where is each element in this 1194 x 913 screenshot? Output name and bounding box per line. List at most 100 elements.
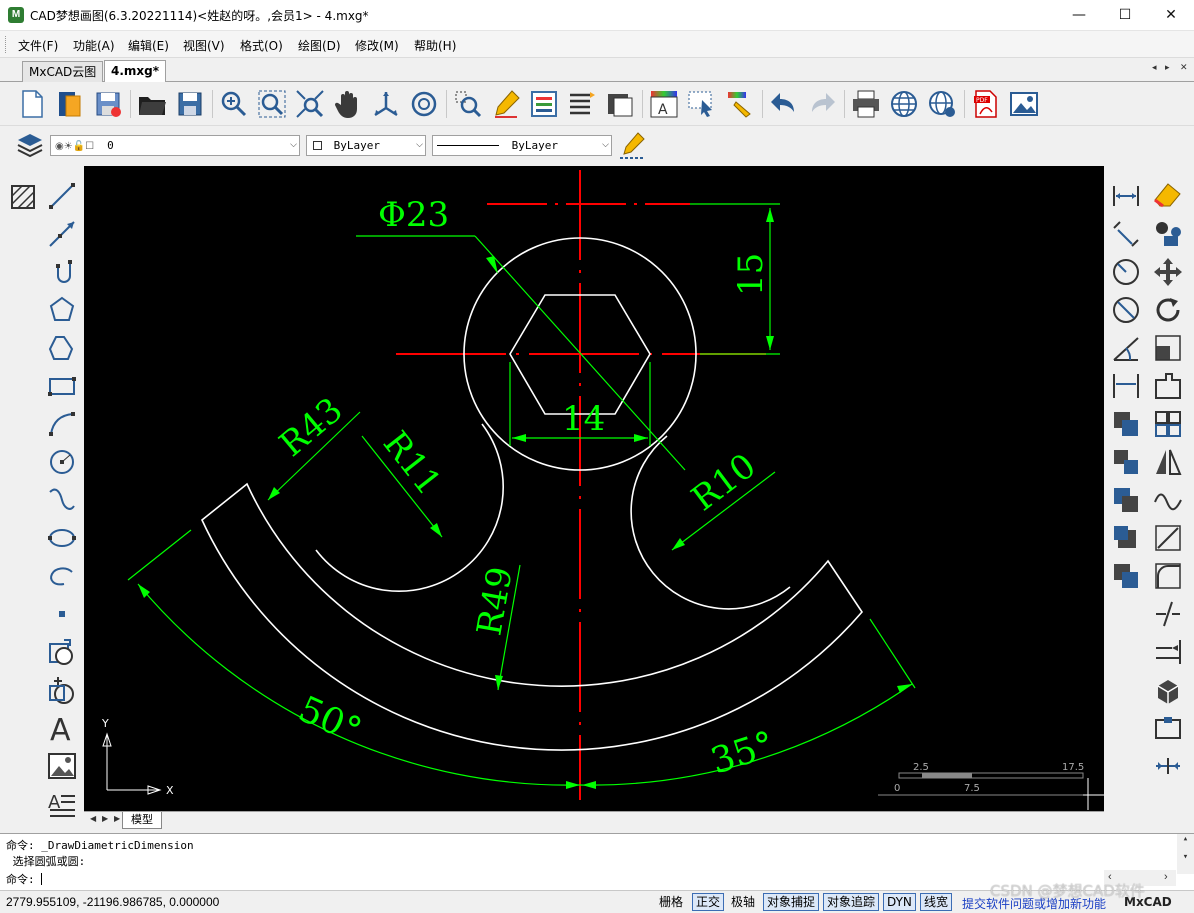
- web-settings-icon[interactable]: [926, 88, 958, 120]
- paste-icon[interactable]: [1110, 446, 1142, 478]
- menu-help[interactable]: 帮助(H): [414, 37, 456, 54]
- extend-icon[interactable]: [1152, 636, 1184, 668]
- scroll-up-icon[interactable]: ▴: [1177, 834, 1194, 844]
- menu-format[interactable]: 格式(O): [240, 37, 283, 54]
- redo-icon[interactable]: [806, 88, 838, 120]
- line-icon[interactable]: [46, 180, 78, 212]
- zoom-in-icon[interactable]: [218, 88, 250, 120]
- export-pdf-icon[interactable]: PDF: [970, 88, 1002, 120]
- dim-radius-icon[interactable]: [1110, 256, 1142, 288]
- dim-diameter-icon[interactable]: [1110, 294, 1142, 326]
- osnap-toggle[interactable]: 对象捕捉: [763, 893, 820, 911]
- zoom-previous-icon[interactable]: [452, 88, 484, 120]
- join-icon[interactable]: [1152, 750, 1184, 782]
- command-input[interactable]: 命令:: [6, 871, 42, 887]
- drawing-canvas[interactable]: Φ23 15 14 R43 R11 R10 R49 50° 35° Y X 2.…: [84, 166, 1104, 811]
- wave-icon[interactable]: [1152, 484, 1184, 516]
- fillet-icon[interactable]: [1152, 560, 1184, 592]
- minimize-button[interactable]: —: [1056, 0, 1102, 31]
- tab-next-icon[interactable]: ▸: [1165, 62, 1170, 73]
- cut-icon[interactable]: [1110, 484, 1142, 516]
- open-template-icon[interactable]: [54, 88, 86, 120]
- maximize-button[interactable]: ☐: [1102, 0, 1148, 31]
- copy-icon[interactable]: [1152, 218, 1184, 250]
- move-icon[interactable]: [1152, 256, 1184, 288]
- scroll-right-icon[interactable]: ›: [1164, 871, 1168, 883]
- export-image-icon[interactable]: [1008, 88, 1040, 120]
- point-icon[interactable]: [46, 598, 78, 630]
- stretch-icon[interactable]: [1152, 370, 1184, 402]
- otrack-toggle[interactable]: 对象追踪: [823, 893, 880, 911]
- dyn-toggle[interactable]: DYN: [883, 893, 916, 911]
- pencil-icon[interactable]: [490, 88, 522, 120]
- layout-next-icon[interactable]: ▶: [102, 814, 108, 823]
- zoom-realtime-icon[interactable]: [408, 88, 440, 120]
- ellipse-icon[interactable]: [46, 522, 78, 554]
- ortho-toggle[interactable]: 正交: [692, 893, 725, 911]
- new-file-icon[interactable]: [16, 88, 48, 120]
- ellipse-arc-icon[interactable]: [46, 560, 78, 592]
- layer-paste-icon[interactable]: [1110, 560, 1142, 592]
- 3d-orbit-icon[interactable]: [370, 88, 402, 120]
- dim-aligned-icon[interactable]: [1110, 218, 1142, 250]
- menu-file[interactable]: 文件(F): [18, 37, 58, 54]
- tab-mxcad-cloud[interactable]: MxCAD云图: [22, 61, 104, 82]
- break-icon[interactable]: [1152, 712, 1184, 744]
- ray-icon[interactable]: [46, 218, 78, 250]
- polygon-icon[interactable]: [46, 294, 78, 326]
- mirror-icon[interactable]: [1152, 446, 1184, 478]
- command-scrollbar[interactable]: ▴ ▾: [1177, 834, 1194, 874]
- layout-prev-icon[interactable]: ◀: [90, 814, 96, 823]
- save-icon[interactable]: [174, 88, 206, 120]
- undo-icon[interactable]: [768, 88, 800, 120]
- scroll-down-icon[interactable]: ▾: [1177, 852, 1194, 862]
- menu-edit[interactable]: 编辑(E): [128, 37, 169, 54]
- lineweight-toggle[interactable]: 线宽: [920, 893, 953, 911]
- print-icon[interactable]: [850, 88, 882, 120]
- dim-baseline-icon[interactable]: [1110, 370, 1142, 402]
- menu-function[interactable]: 功能(A): [73, 37, 115, 54]
- tab-drawing[interactable]: 4.mxg*: [104, 60, 167, 83]
- polyline-icon[interactable]: [46, 256, 78, 288]
- block-icon[interactable]: [604, 88, 636, 120]
- layer-copy-icon[interactable]: [1110, 522, 1142, 554]
- scale-icon[interactable]: [1152, 332, 1184, 364]
- tab-prev-icon[interactable]: ◂: [1152, 62, 1157, 73]
- shape-icon[interactable]: [46, 332, 78, 364]
- text-icon[interactable]: A: [46, 712, 78, 748]
- layer-list-icon[interactable]: [566, 88, 598, 120]
- 3d-box-icon[interactable]: [1152, 674, 1184, 706]
- mtext-icon[interactable]: A: [46, 788, 78, 820]
- menu-modify[interactable]: 修改(M): [355, 37, 399, 54]
- hatch-icon[interactable]: [8, 180, 40, 212]
- insert-block-icon[interactable]: [46, 636, 78, 668]
- zoom-window-icon[interactable]: [256, 88, 288, 120]
- arc-icon[interactable]: [46, 408, 78, 440]
- circle-icon[interactable]: [46, 446, 78, 478]
- grid-toggle[interactable]: 栅格: [655, 893, 687, 911]
- menu-view[interactable]: 视图(V): [183, 37, 225, 54]
- web-globe-icon[interactable]: [888, 88, 920, 120]
- pencil-ruler-icon[interactable]: [616, 130, 648, 162]
- rectangle-icon[interactable]: [46, 370, 78, 402]
- make-block-icon[interactable]: [46, 674, 78, 706]
- dim-linear-icon[interactable]: [1110, 180, 1142, 212]
- chamfer-icon[interactable]: [1152, 522, 1184, 554]
- layout-last-icon[interactable]: ▶: [114, 814, 120, 823]
- copy-objects-icon[interactable]: [1110, 408, 1142, 440]
- color-select[interactable]: ByLayer ⌵: [306, 135, 426, 156]
- erase-icon[interactable]: [1152, 180, 1184, 212]
- array-icon[interactable]: [1152, 408, 1184, 440]
- text-style-icon[interactable]: A: [648, 88, 680, 120]
- close-button[interactable]: ✕: [1148, 0, 1194, 31]
- menu-draw[interactable]: 绘图(D): [298, 37, 341, 54]
- tab-model[interactable]: 模型: [122, 812, 162, 829]
- save-as-icon[interactable]: [92, 88, 124, 120]
- image-icon[interactable]: [46, 750, 78, 782]
- select-cursor-icon[interactable]: [686, 88, 718, 120]
- dim-angular-icon[interactable]: [1110, 332, 1142, 364]
- pan-hand-icon[interactable]: [332, 88, 364, 120]
- rotate-icon[interactable]: [1152, 294, 1184, 326]
- properties-icon[interactable]: [528, 88, 560, 120]
- linetype-select[interactable]: ByLayer ⌵: [432, 135, 612, 156]
